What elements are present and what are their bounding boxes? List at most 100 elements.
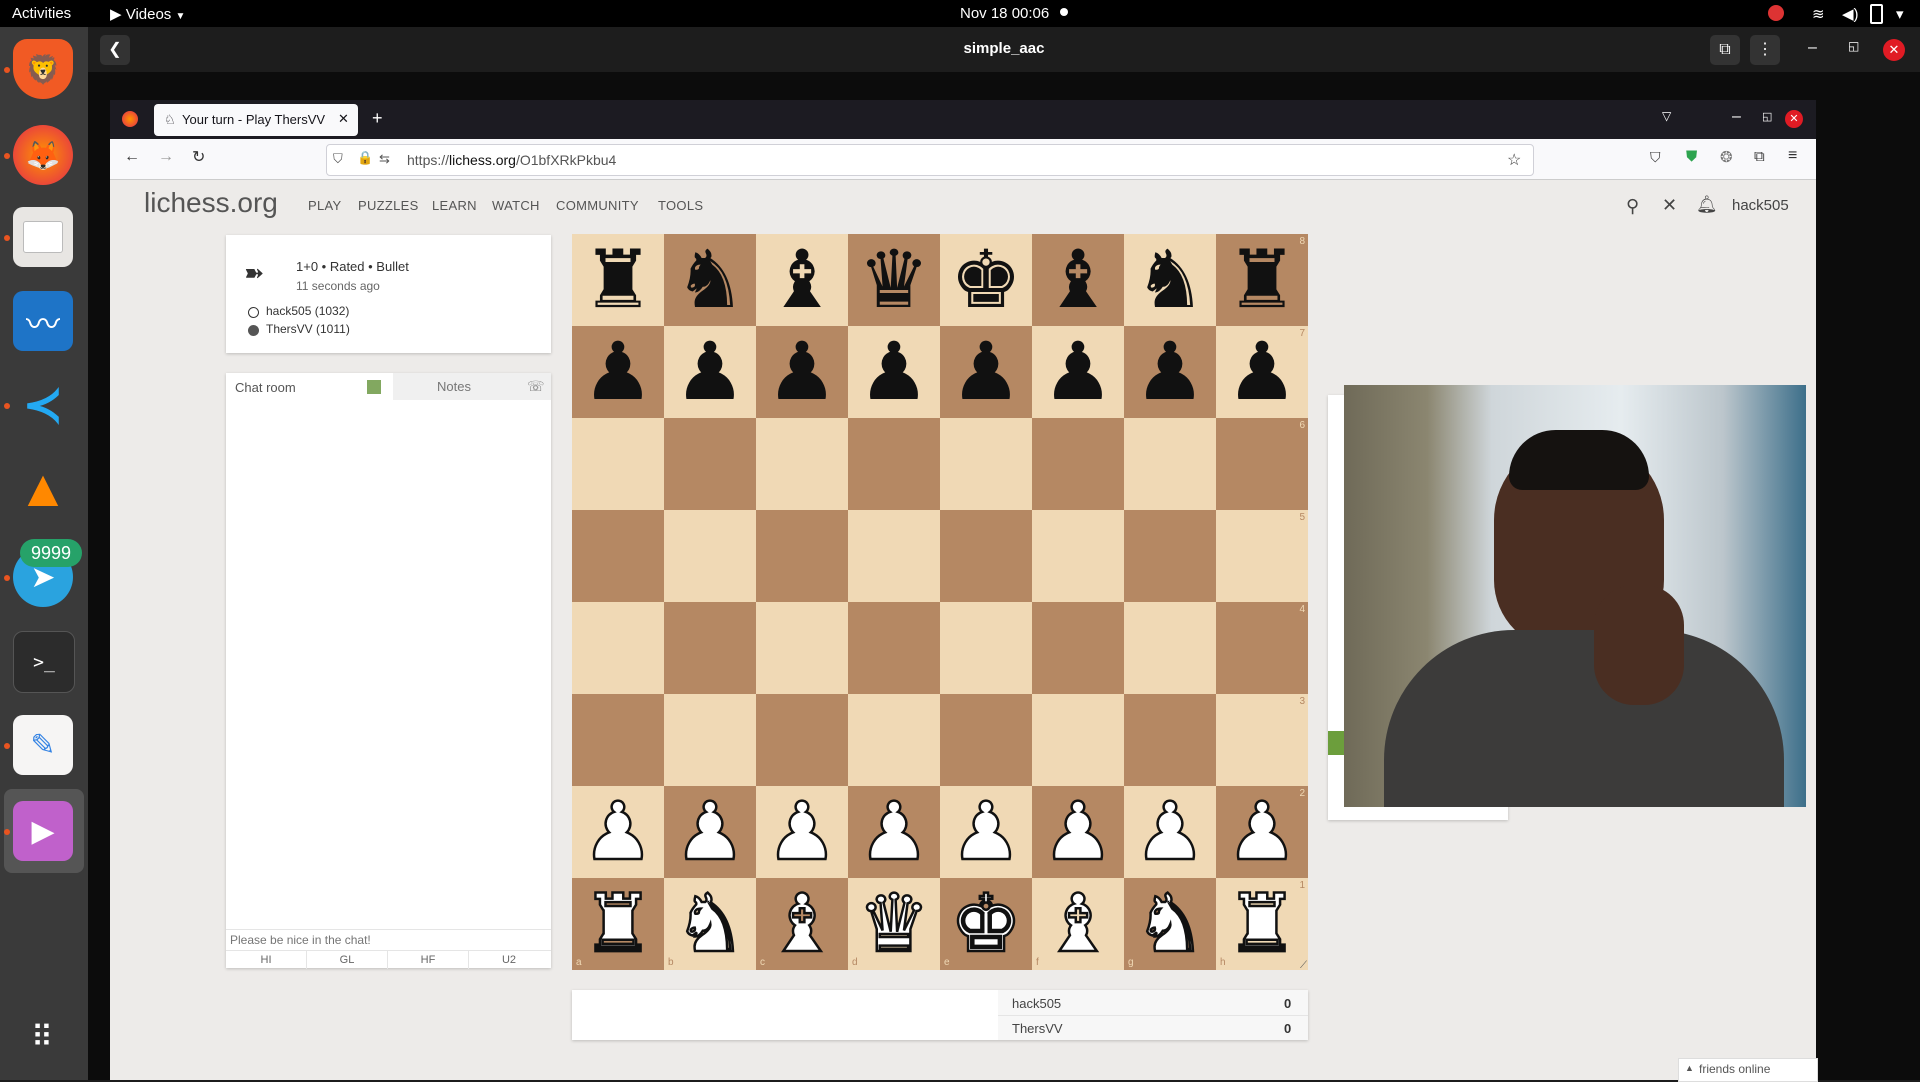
square-a4[interactable] xyxy=(572,602,664,694)
nav-play[interactable]: PLAY xyxy=(308,198,341,213)
square-g5[interactable] xyxy=(1124,510,1216,602)
white-pawn-icon[interactable]: ♟ xyxy=(1216,784,1308,879)
square-d8[interactable]: ♛ xyxy=(848,234,940,326)
picture-in-picture-icon[interactable]: ⧉ xyxy=(1710,35,1740,65)
square-h3[interactable]: 3 xyxy=(1216,694,1308,786)
square-e5[interactable] xyxy=(940,510,1032,602)
white-rook-icon[interactable]: ♜ xyxy=(572,876,664,971)
pocket-icon[interactable]: ⛉ xyxy=(1650,149,1661,166)
square-a6[interactable] xyxy=(572,418,664,510)
nav-learn[interactable]: LEARN xyxy=(432,198,477,213)
chat-toggle-checkbox[interactable] xyxy=(367,380,381,394)
square-c3[interactable] xyxy=(756,694,848,786)
power-menu-icon[interactable]: ▾ xyxy=(1896,5,1904,23)
square-e1[interactable]: ♚ e xyxy=(940,876,1032,971)
system-monitor-icon[interactable]: 〰 xyxy=(13,291,73,351)
square-h4[interactable]: 4 xyxy=(1216,602,1308,694)
white-knight-icon[interactable]: ♞ xyxy=(1124,876,1216,971)
close-icon[interactable]: ✕ xyxy=(1883,39,1905,61)
tab-chat-room[interactable]: Chat room xyxy=(226,373,393,400)
black-pawn-icon[interactable]: ♟ xyxy=(940,326,1032,418)
square-g3[interactable] xyxy=(1124,694,1216,786)
black-pawn-icon[interactable]: ♟ xyxy=(664,326,756,418)
extension-icon[interactable]: ❂ xyxy=(1720,148,1733,166)
square-f1[interactable]: ♝ f xyxy=(1032,876,1124,971)
brave-browser-icon[interactable]: 🦁 xyxy=(13,39,73,99)
black-queen-icon[interactable]: ♛ xyxy=(848,234,940,326)
square-h6[interactable]: 6 xyxy=(1216,418,1308,510)
white-pawn-icon[interactable]: ♟ xyxy=(1032,784,1124,879)
preset-hi[interactable]: HI xyxy=(226,951,307,969)
white-pawn-icon[interactable]: ♟ xyxy=(664,784,756,879)
lock-icon[interactable]: 🔒 xyxy=(357,150,373,166)
square-b7[interactable]: ♟ xyxy=(664,326,756,418)
back-icon[interactable]: ← xyxy=(124,148,140,166)
square-g6[interactable] xyxy=(1124,418,1216,510)
square-e7[interactable]: ♟ xyxy=(940,326,1032,418)
black-pawn-icon[interactable]: ♟ xyxy=(1124,326,1216,418)
url-bar[interactable]: ⛉ 🔒 ⇆ https://lichess.org/O1bfXRkPkbu4 ☆ xyxy=(326,144,1534,176)
white-knight-icon[interactable]: ♞ xyxy=(664,876,756,971)
white-bishop-icon[interactable]: ♝ xyxy=(756,876,848,971)
tab-notes[interactable]: Notes ☏ xyxy=(393,373,551,400)
new-tab-icon[interactable]: + xyxy=(372,108,383,129)
chat-input[interactable] xyxy=(226,929,551,950)
vscode-icon[interactable]: ≺ xyxy=(13,375,73,435)
square-a7[interactable]: ♟ xyxy=(572,326,664,418)
reload-icon[interactable]: ↻ xyxy=(192,147,205,167)
square-g2[interactable]: ♟ xyxy=(1124,784,1216,879)
forward-icon[interactable]: → xyxy=(158,148,174,166)
hamburger-menu-icon[interactable]: ≡ xyxy=(1788,147,1797,165)
black-rook-icon[interactable]: ♜ xyxy=(572,234,664,326)
square-b3[interactable] xyxy=(664,694,756,786)
square-b5[interactable] xyxy=(664,510,756,602)
white-rook-icon[interactable]: ♜ xyxy=(1216,876,1308,971)
square-b6[interactable] xyxy=(664,418,756,510)
search-icon[interactable]: ⚲ xyxy=(1626,196,1639,217)
bookmark-star-icon[interactable]: ☆ xyxy=(1507,150,1521,170)
videos-icon[interactable]: ▶ xyxy=(13,801,73,861)
black-pawn-icon[interactable]: ♟ xyxy=(848,326,940,418)
restore-icon[interactable]: ◱ xyxy=(1762,110,1772,123)
clock[interactable]: Nov 18 00:06 xyxy=(960,5,1049,22)
notifications-bell-icon[interactable]: 🔔︎ xyxy=(1696,195,1718,215)
lichess-logo[interactable]: lichess.org xyxy=(144,187,278,219)
score-player-name[interactable]: ThersVV xyxy=(1012,1021,1063,1036)
square-e4[interactable] xyxy=(940,602,1032,694)
square-g7[interactable]: ♟ xyxy=(1124,326,1216,418)
black-knight-icon[interactable]: ♞ xyxy=(664,234,756,326)
files-icon[interactable] xyxy=(13,207,73,267)
square-c4[interactable] xyxy=(756,602,848,694)
square-d1[interactable]: ♛ d xyxy=(848,876,940,971)
white-pawn-icon[interactable]: ♟ xyxy=(1124,784,1216,879)
ublock-shield-icon[interactable]: ⛊ xyxy=(1686,148,1697,165)
menu-icon[interactable]: ⋮ xyxy=(1750,35,1780,65)
square-c5[interactable] xyxy=(756,510,848,602)
firefox-view-icon[interactable] xyxy=(122,111,138,127)
firefox-icon[interactable]: 🦊 xyxy=(13,125,73,185)
square-f3[interactable] xyxy=(1032,694,1124,786)
maximize-icon[interactable]: ◱ xyxy=(1848,39,1859,53)
black-pawn-icon[interactable]: ♟ xyxy=(756,326,848,418)
square-h8[interactable]: ♜ 8 xyxy=(1216,234,1308,326)
square-e2[interactable]: ♟ xyxy=(940,784,1032,879)
black-pawn-icon[interactable]: ♟ xyxy=(572,326,664,418)
square-a8[interactable]: ♜ xyxy=(572,234,664,326)
friends-online-button[interactable]: ▲ friends online xyxy=(1678,1058,1818,1082)
text-editor-icon[interactable]: ✎ xyxy=(13,715,73,775)
phone-icon[interactable]: ☏ xyxy=(527,378,545,395)
square-e8[interactable]: ♚ xyxy=(940,234,1032,326)
square-d5[interactable] xyxy=(848,510,940,602)
minimize-icon[interactable]: – xyxy=(1732,108,1741,126)
extensions-puzzle-icon[interactable]: ⧉ xyxy=(1754,148,1765,165)
square-h7[interactable]: ♟ 7 xyxy=(1216,326,1308,418)
square-f8[interactable]: ♝ xyxy=(1032,234,1124,326)
black-bishop-icon[interactable]: ♝ xyxy=(756,234,848,326)
minimize-icon[interactable]: – xyxy=(1808,39,1817,57)
tab-close-icon[interactable]: ✕ xyxy=(338,111,349,127)
list-all-tabs-icon[interactable]: ▽ xyxy=(1662,109,1671,123)
activities-button[interactable]: Activities xyxy=(12,5,71,22)
square-a3[interactable] xyxy=(572,694,664,786)
black-king-icon[interactable]: ♚ xyxy=(940,234,1032,326)
black-knight-icon[interactable]: ♞ xyxy=(1124,234,1216,326)
